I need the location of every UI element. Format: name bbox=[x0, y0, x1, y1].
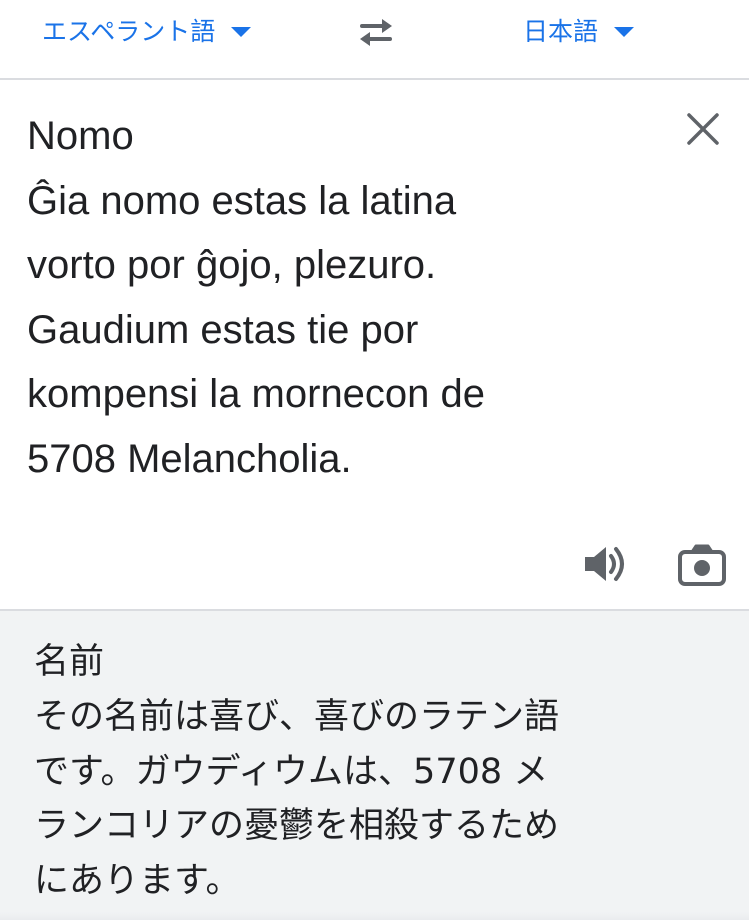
camera-input-button[interactable] bbox=[677, 543, 727, 587]
caret-down-icon bbox=[614, 27, 635, 37]
speaker-icon bbox=[585, 547, 624, 581]
language-bar: エスペラント語 日本語 bbox=[0, 0, 749, 80]
target-language-label: 日本語 bbox=[523, 17, 599, 46]
swap-languages-button[interactable] bbox=[352, 12, 400, 52]
translation-line: その名前は喜び、喜びのラテン語 bbox=[34, 696, 560, 737]
source-line: Nomo bbox=[27, 114, 134, 158]
source-text-input[interactable]: Nomo Ĝia nomo estas la latina vorto por … bbox=[27, 104, 647, 491]
camera-icon bbox=[678, 544, 726, 586]
swap-arrows-icon bbox=[360, 19, 392, 46]
caret-down-icon bbox=[231, 27, 252, 37]
listen-source-button[interactable] bbox=[582, 543, 628, 585]
source-line: vorto por ĝojo, plezuro. bbox=[27, 243, 437, 287]
source-line: Ĝia nomo estas la latina bbox=[27, 178, 457, 223]
translation-panel: 名前 その名前は喜び、喜びのラテン語 です。ガウディウムは、5708 メ ランコ… bbox=[0, 609, 749, 920]
source-language-label: エスペラント語 bbox=[42, 17, 216, 46]
translation-line: 名前 bbox=[34, 642, 105, 682]
panel-bottom-edge bbox=[0, 912, 749, 920]
source-language-selector[interactable]: エスペラント語 bbox=[42, 12, 252, 48]
translation-line: ランコリアの憂鬱を相殺するため bbox=[34, 806, 560, 847]
translation-line: です。ガウディウムは、5708 メ bbox=[34, 751, 549, 792]
source-panel: Nomo Ĝia nomo estas la latina vorto por … bbox=[0, 80, 749, 609]
translation-line: にあります。 bbox=[34, 861, 241, 902]
clear-text-button[interactable] bbox=[684, 110, 722, 148]
source-line: Gaudium estas tie por bbox=[27, 307, 419, 352]
translation-output: 名前 その名前は喜び、喜びのラテン語 です。ガウディウムは、5708 メ ランコ… bbox=[34, 635, 724, 909]
close-icon bbox=[687, 113, 719, 145]
source-line: 5708 Melancholia. bbox=[27, 436, 352, 481]
source-line: kompensi la mornecon de bbox=[27, 372, 486, 416]
target-language-selector[interactable]: 日本語 bbox=[523, 12, 635, 48]
translate-app: エスペラント語 日本語 Nomo Ĝia nomo estas la latin… bbox=[0, 0, 749, 920]
